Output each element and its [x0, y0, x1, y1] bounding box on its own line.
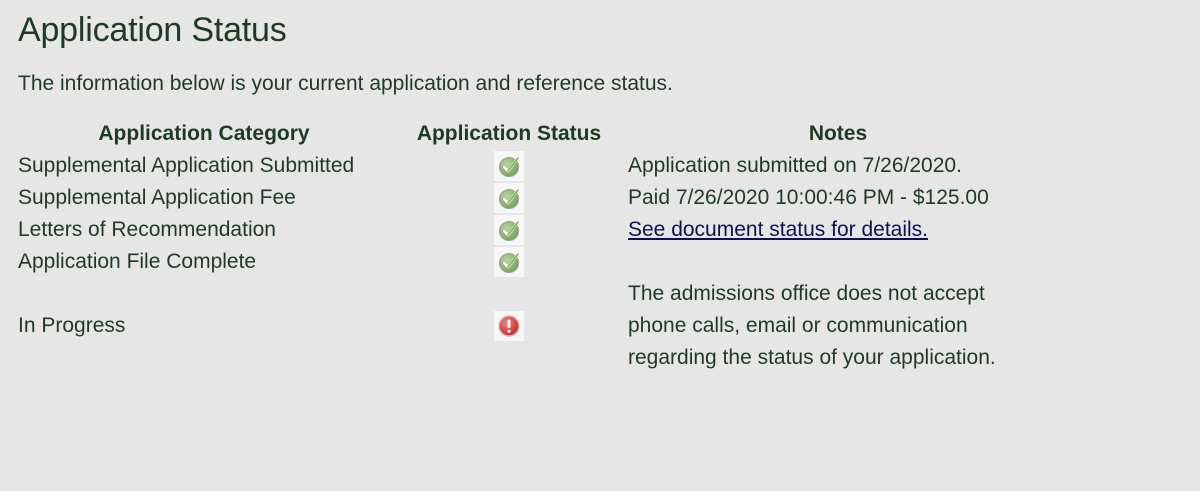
row-category: Application File Complete — [18, 250, 257, 273]
row-category: Supplemental Application Submitted — [18, 154, 355, 177]
row-category: Letters of Recommendation — [18, 218, 276, 241]
row-status — [390, 246, 628, 278]
table-header-row: Application Category Application Status … — [18, 118, 1048, 150]
row-status — [390, 182, 628, 214]
check-icon — [494, 151, 524, 182]
row-notes: See document status for details. — [628, 214, 1048, 246]
row-notes: Paid 7/26/2020 10:00:46 PM - $125.00 — [628, 186, 989, 209]
row-status — [390, 150, 628, 182]
header-notes: Notes — [808, 122, 868, 145]
progress-note-line-3: regarding the status of your application… — [628, 346, 996, 369]
page-title: Application Status — [18, 11, 287, 49]
check-icon — [494, 215, 524, 246]
progress-note-row-3: regarding the status of your application… — [18, 342, 1048, 374]
check-icon — [494, 183, 524, 214]
table-row: Letters of Recommendation See document s… — [18, 214, 1048, 246]
progress-note-row-1: The admissions office does not accept — [18, 278, 1048, 310]
progress-note-line-1: The admissions office does not accept — [628, 282, 985, 305]
table-row: Supplemental Application Fee Paid 7/26/2… — [18, 182, 1048, 214]
exclamation-icon — [494, 311, 524, 342]
header-application-status: Application Status — [416, 122, 602, 145]
table-row: Supplemental Application Submitted Appli… — [18, 150, 1048, 182]
document-status-link[interactable]: See document status for details. — [628, 218, 928, 241]
header-application-category: Application Category — [98, 122, 310, 145]
check-icon — [494, 247, 524, 278]
row-notes — [628, 246, 1048, 278]
intro-text: The information below is your current ap… — [18, 72, 673, 95]
table-row-in-progress: In Progress phone calls, email or commun… — [18, 310, 1048, 342]
status-table: Application Category Application Status … — [18, 118, 1048, 374]
table-row: Application File Complete — [18, 246, 1048, 278]
row-status — [390, 310, 628, 342]
row-status — [390, 214, 628, 246]
row-category: In Progress — [18, 314, 126, 337]
row-notes: Application submitted on 7/26/2020. — [628, 154, 962, 177]
row-category: Supplemental Application Fee — [18, 186, 296, 209]
progress-note-line-2: phone calls, email or communication — [628, 314, 968, 337]
